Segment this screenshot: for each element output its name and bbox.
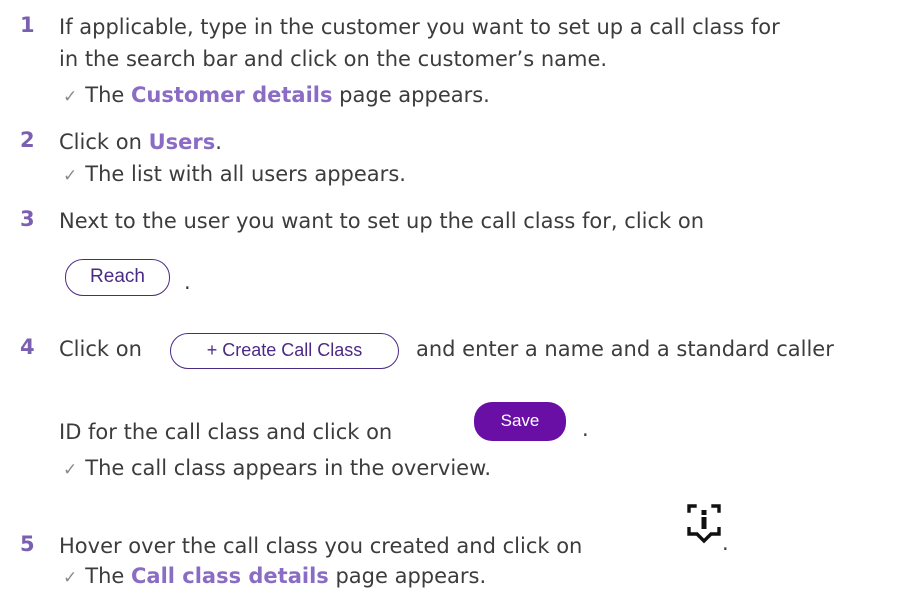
checkmark-icon: ✓: [63, 166, 78, 186]
step-text: Hover over the call class you created an…: [59, 534, 583, 558]
link-call-class-details[interactable]: Call class details: [131, 564, 329, 588]
step-number: 1: [20, 13, 35, 37]
info-icon[interactable]: [686, 503, 722, 549]
trailing-period: .: [722, 531, 729, 555]
step-text: and enter a name and a standard caller: [416, 337, 834, 361]
link-customer-details[interactable]: Customer details: [131, 83, 333, 107]
step-text: Next to the user you want to set up the …: [59, 209, 705, 233]
trailing-period: .: [582, 417, 589, 441]
step-text: If applicable, type in the customer you …: [59, 15, 780, 39]
step-text: Click on: [59, 337, 142, 361]
checkmark-icon: ✓: [63, 568, 78, 588]
step-result: ✓ The Call class details page appears.: [63, 561, 486, 593]
create-call-class-button[interactable]: + Create Call Class: [170, 333, 399, 369]
step-result: ✓ The call class appears in the overview.: [63, 453, 491, 485]
checkmark-icon: ✓: [63, 87, 78, 107]
checkmark-icon: ✓: [63, 460, 78, 480]
step-result: ✓ The list with all users appears.: [63, 159, 406, 191]
save-button[interactable]: Save: [474, 402, 566, 441]
step-number: 2: [20, 128, 35, 152]
step-number: 3: [20, 207, 35, 231]
step-text: ID for the call class and click on: [59, 420, 393, 444]
step-number: 4: [20, 335, 35, 359]
reach-button[interactable]: Reach: [65, 259, 170, 296]
step-text: in the search bar and click on the custo…: [59, 47, 608, 71]
link-users[interactable]: Users: [149, 130, 216, 154]
trailing-period: .: [184, 270, 191, 294]
step-result: ✓ The Customer details page appears.: [63, 80, 490, 112]
step-number: 5: [20, 532, 35, 556]
step-text: Click on Users.: [59, 130, 222, 154]
